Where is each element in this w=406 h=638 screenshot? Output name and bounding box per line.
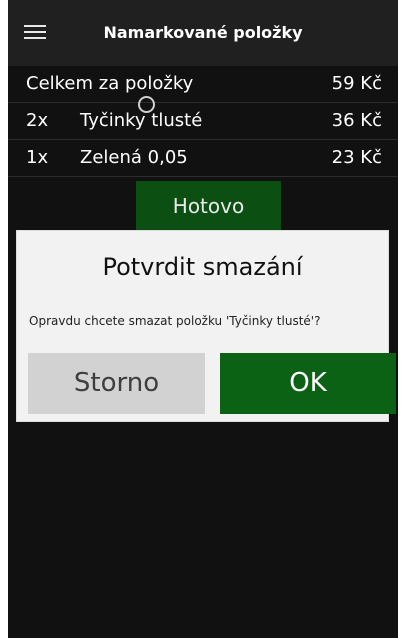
app-screen: Namarkované položky Celkem za položky 59… (8, 0, 398, 638)
cancel-button[interactable]: Storno (28, 353, 205, 414)
list-item[interactable]: 1x Zelená 0,05 23 Kč (8, 140, 398, 177)
total-price: 59 Kč (331, 73, 382, 94)
confirm-delete-dialog: Potvrdit smazání Opravdu chcete smazat p… (17, 231, 396, 421)
list-item[interactable]: 2x Tyčinky tlusté 36 Kč (8, 103, 398, 140)
dialog-title: Potvrdit smazání (102, 253, 303, 281)
touch-indicator-icon (138, 96, 155, 113)
item-name: Zelená 0,05 (80, 147, 188, 168)
total-row: Celkem za položky 59 Kč (8, 66, 398, 103)
item-price: 23 Kč (331, 147, 382, 168)
ok-button[interactable]: OK (220, 353, 396, 414)
item-price: 36 Kč (331, 110, 382, 131)
item-quantity: 2x (26, 110, 49, 131)
app-header: Namarkované položky (8, 0, 398, 66)
page-title: Namarkované položky (103, 23, 303, 42)
dialog-message: Opravdu chcete smazat položku 'Tyčinky t… (29, 314, 321, 328)
done-button[interactable]: Hotovo (136, 181, 281, 231)
item-name: Tyčinky tlusté (80, 110, 203, 131)
item-quantity: 1x (26, 147, 49, 168)
total-label: Celkem za položky (26, 73, 194, 94)
